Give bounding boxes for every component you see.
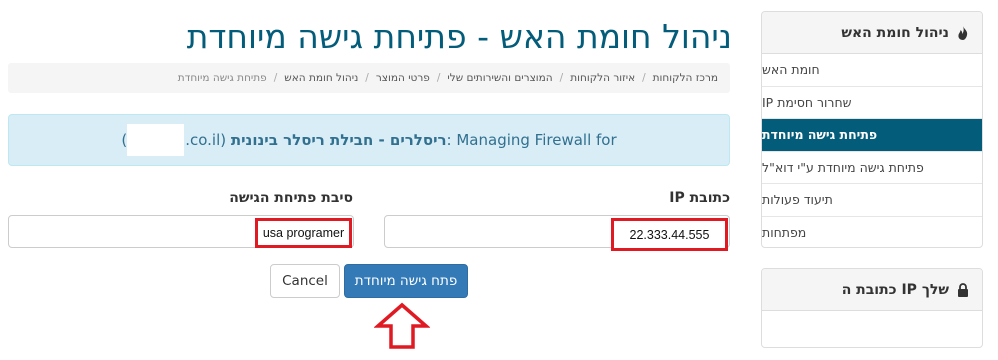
ip-panel-title: כתובת ה IP שלך xyxy=(841,281,949,298)
sidebar-item-unblock-ip[interactable]: שחרור חסימת IP xyxy=(762,87,982,119)
sidebar-heading: ניהול חומת האש xyxy=(762,12,982,54)
breadcrumb-separator: / xyxy=(642,72,646,84)
breadcrumb-separator: / xyxy=(365,72,369,84)
page-title: ניהול חומת האש - פתיחת גישה מיוחדת xyxy=(186,17,732,56)
ip-address-label: כתובת IP xyxy=(669,190,730,206)
breadcrumb-item[interactable]: המוצרים והשירותים שלי xyxy=(447,72,552,84)
breadcrumb-separator: / xyxy=(436,72,441,84)
lock-icon xyxy=(956,282,970,297)
fire-icon xyxy=(956,25,970,40)
alert-product: ריסלרים - חבילת ריסלר בינונית xyxy=(230,131,447,149)
sidebar-item-action-log[interactable]: תיעוד פעולות xyxy=(762,184,982,217)
breadcrumb-separator: / xyxy=(559,72,564,84)
cancel-button[interactable]: Cancel xyxy=(270,264,340,298)
firewall-sidebar-panel: ניהול חומת האש חומת האש שחרור חסימת IP פ… xyxy=(761,11,983,248)
breadcrumb: מרכז הלקוחות / איזור הלקוחות / המוצרים ו… xyxy=(8,63,730,93)
your-ip-panel: כתובת ה IP שלך xyxy=(761,268,983,348)
breadcrumb-item[interactable]: מרכז הלקוחות xyxy=(653,72,718,84)
sidebar-item-special-access[interactable]: פתיחת גישה מיוחדת xyxy=(762,119,982,152)
sidebar-menu: חומת האש שחרור חסימת IP פתיחת גישה מיוחד… xyxy=(762,54,982,248)
sidebar-item-firewall[interactable]: חומת האש xyxy=(762,54,982,87)
ip-address-value[interactable]: 22.333.44.555 xyxy=(611,218,728,251)
open-special-access-button[interactable]: פתח גישה מיוחדת xyxy=(344,264,468,298)
breadcrumb-item[interactable]: פרטי המוצר xyxy=(376,72,430,84)
breadcrumb-item[interactable]: ניהול חומת האש xyxy=(284,72,358,84)
reason-value[interactable]: usa programer xyxy=(255,218,352,248)
managing-firewall-alert: (.co.il) ריסלרים - חבילת ריסלר בינונית: … xyxy=(8,114,730,166)
alert-prefix: Managing Firewall for xyxy=(456,131,617,149)
sidebar-title: ניהול חומת האש xyxy=(841,24,949,41)
ip-panel-heading: כתובת ה IP שלך xyxy=(762,269,982,311)
breadcrumb-item[interactable]: איזור הלקוחות xyxy=(570,72,635,84)
up-arrow-icon xyxy=(374,302,430,349)
redacted-domain xyxy=(127,124,185,156)
sidebar-item-special-access-email[interactable]: פתיחת גישה מיוחדת ע"י דוא"ל xyxy=(762,152,982,184)
alert-domain-suffix: .co.il) xyxy=(185,131,227,149)
sidebar-item-keys[interactable]: מפתחות xyxy=(762,217,982,248)
reason-label: סיבת פתיחת הגישה xyxy=(229,190,353,206)
breadcrumb-separator: / xyxy=(273,72,278,84)
breadcrumb-current: פתיחת גישה מיוחדת xyxy=(177,72,267,84)
